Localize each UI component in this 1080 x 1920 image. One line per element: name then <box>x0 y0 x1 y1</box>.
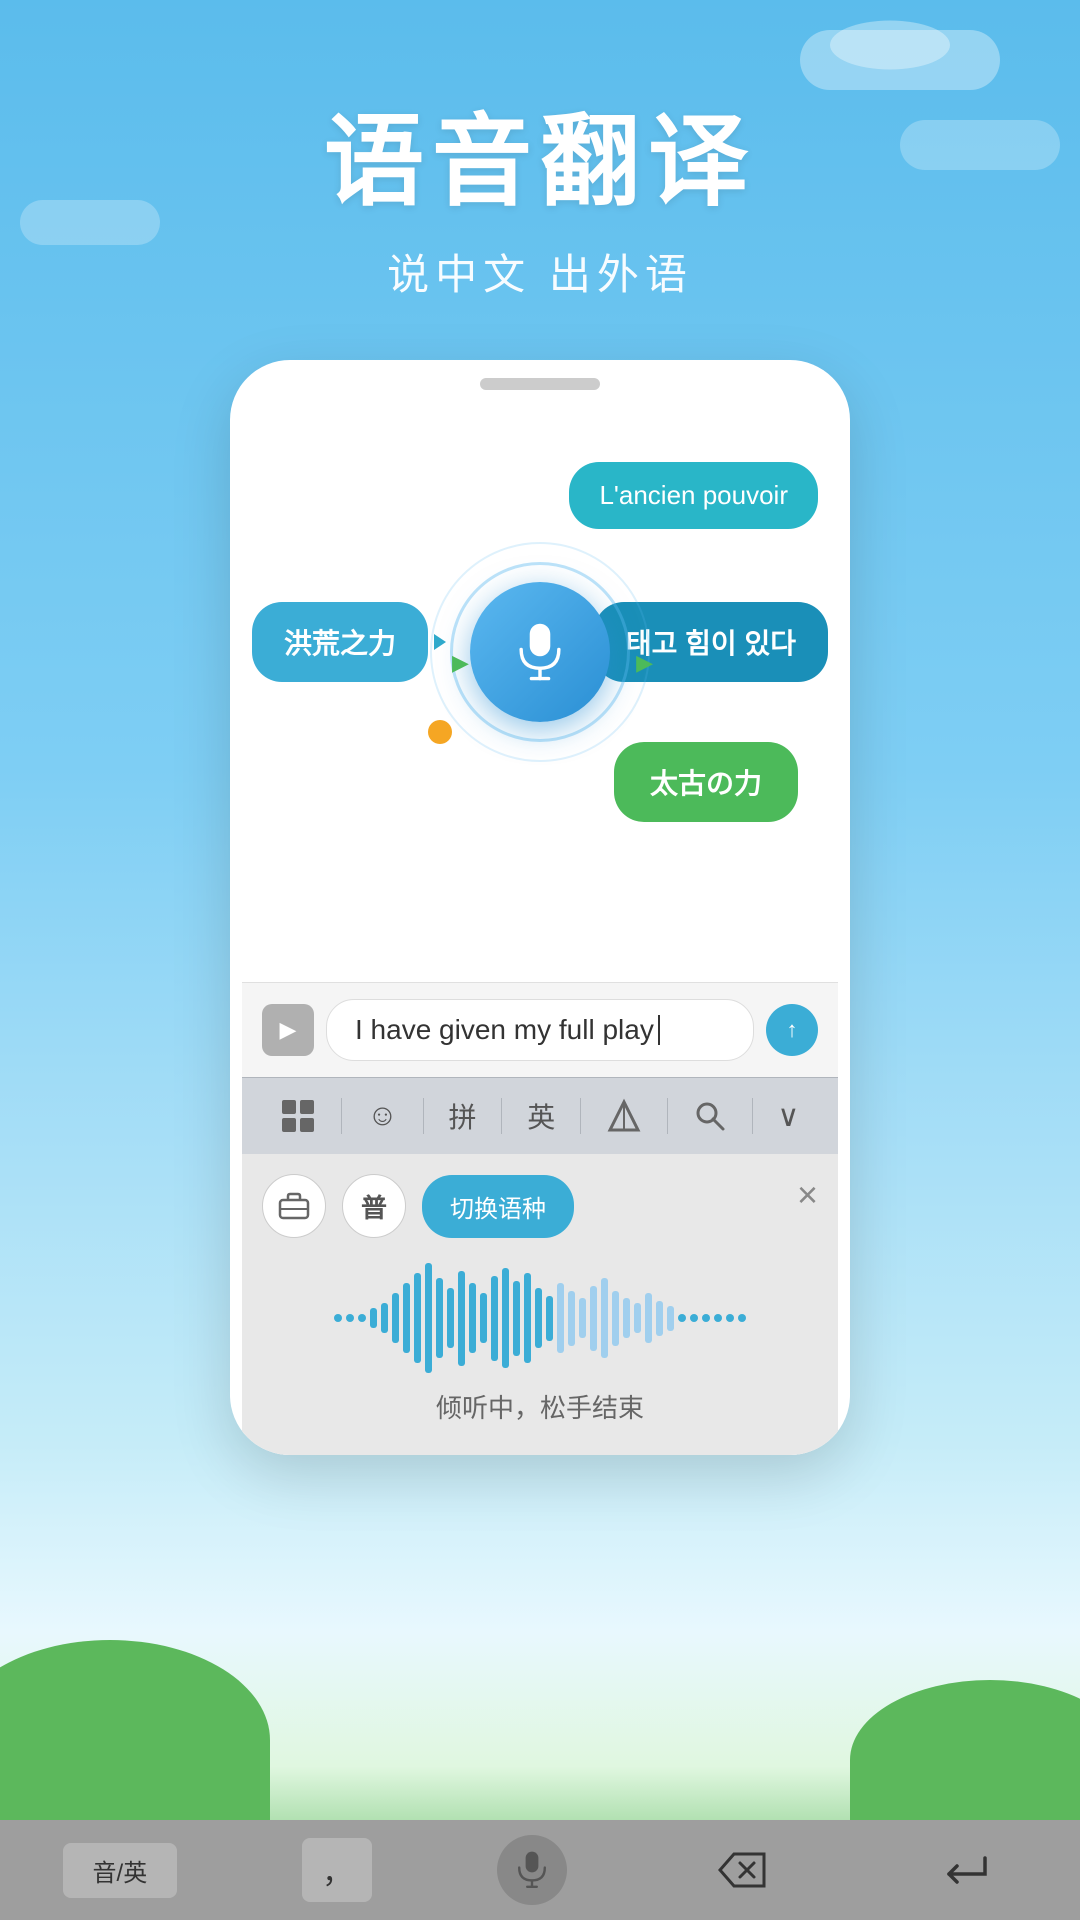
bottom-mic-icon <box>512 1850 552 1890</box>
wave-bar <box>403 1283 410 1353</box>
collapse-button[interactable]: ∨ <box>765 1095 811 1138</box>
mic-button[interactable] <box>470 582 610 722</box>
delete-button[interactable] <box>692 1840 792 1900</box>
bubble-japanese: 太古の力 <box>614 742 798 822</box>
wave-bar <box>480 1293 487 1343</box>
wave-dot <box>678 1314 686 1322</box>
divider-1 <box>341 1098 342 1134</box>
grid-icon <box>280 1098 316 1134</box>
wave-bar <box>502 1268 509 1368</box>
language-switch-button[interactable]: 切换语种 <box>422 1175 574 1238</box>
phone-screen: L'ancien pouvoir 洪荒之力 ▶ <box>242 402 838 1455</box>
arrow-left-icon: ▶ <box>452 650 469 676</box>
wave-bar <box>381 1303 388 1333</box>
wave-bar <box>557 1283 564 1353</box>
wave-dot <box>726 1314 734 1322</box>
phone-notch <box>480 378 600 390</box>
wave-bar <box>469 1283 476 1353</box>
divider-6 <box>752 1098 753 1134</box>
wave-bar <box>425 1263 432 1373</box>
header: 语音翻译 说中文 出外语 <box>0 80 1080 302</box>
pinyin-button[interactable]: 拼 <box>437 1092 489 1140</box>
input-area: ▶ I have given my full play ↑ <box>242 982 838 1077</box>
wave-dot <box>738 1314 746 1322</box>
wave-bar <box>579 1298 586 1338</box>
emoji-button[interactable]: ☺ <box>355 1095 410 1137</box>
phone-body: L'ancien pouvoir 洪荒之力 ▶ <box>230 360 850 1455</box>
expand-button[interactable]: ▶ <box>262 1004 314 1056</box>
wave-bar <box>513 1281 520 1356</box>
handwrite-button[interactable] <box>594 1094 654 1138</box>
english-button[interactable]: 英 <box>515 1092 567 1140</box>
keyboard-toolbar: ☺ 拼 英 <box>242 1077 838 1154</box>
handwrite-icon <box>606 1098 642 1134</box>
wave-bar <box>436 1278 443 1358</box>
wave-dot <box>358 1314 366 1322</box>
wave-dot <box>714 1314 722 1322</box>
app-subtitle: 说中文 出外语 <box>0 241 1080 302</box>
voice-mode-standard[interactable]: 普 <box>342 1174 406 1238</box>
wave-bar <box>491 1276 498 1361</box>
wave-bar <box>568 1291 575 1346</box>
bottom-mic-button[interactable] <box>497 1835 567 1905</box>
wave-bar <box>370 1308 377 1328</box>
wave-bar <box>546 1296 553 1341</box>
wave-dot <box>346 1314 354 1322</box>
wave-bar <box>634 1303 641 1333</box>
wave-bar <box>601 1278 608 1358</box>
app-title: 语音翻译 <box>0 80 1080 225</box>
orange-indicator <box>428 720 452 744</box>
briefcase-icon <box>278 1190 310 1222</box>
wave-bar <box>612 1291 619 1346</box>
send-button[interactable]: ↑ <box>766 1004 818 1056</box>
wave-bar <box>447 1288 454 1348</box>
wave-dot <box>702 1314 710 1322</box>
wave-bar <box>392 1293 399 1343</box>
bubble-chinese: 洪荒之力 <box>252 602 428 682</box>
voice-mode-briefcase[interactable] <box>262 1174 326 1238</box>
delete-icon <box>716 1850 768 1890</box>
microphone-icon <box>510 622 570 682</box>
arrow-right-icon: ▶ <box>636 650 653 676</box>
wave-bar <box>590 1286 597 1351</box>
wave-bar <box>458 1271 465 1366</box>
cloud-1b <box>830 21 950 70</box>
search-button[interactable] <box>681 1095 739 1137</box>
send-icon: ↑ <box>787 1017 798 1043</box>
bottom-bar: 音/英 ， <box>0 1820 1080 1920</box>
wave-bar <box>645 1293 652 1343</box>
phone-mockup: L'ancien pouvoir 洪荒之力 ▶ <box>230 360 850 1455</box>
enter-button[interactable] <box>917 1840 1017 1900</box>
voice-panel: 普 切换语种 × 倾听中，松手结束 <box>242 1154 838 1455</box>
wave-bar <box>535 1288 542 1348</box>
comma-button[interactable]: ， <box>302 1838 372 1902</box>
input-cursor <box>658 1015 660 1045</box>
divider-5 <box>667 1098 668 1134</box>
enter-icon <box>941 1850 993 1890</box>
voice-hint: 倾听中，松手结束 <box>262 1388 818 1435</box>
search-icon <box>693 1099 727 1133</box>
chat-area: L'ancien pouvoir 洪荒之力 ▶ <box>242 402 838 982</box>
divider-4 <box>580 1098 581 1134</box>
wave-bar <box>524 1273 531 1363</box>
text-input-field[interactable]: I have given my full play <box>326 999 754 1061</box>
voice-close-button[interactable]: × <box>797 1174 818 1216</box>
bubble-french: L'ancien pouvoir <box>569 462 818 529</box>
waveform <box>262 1258 818 1378</box>
input-text: I have given my full play <box>355 1014 654 1046</box>
language-toggle-button[interactable]: 音/英 <box>63 1843 178 1898</box>
wave-dot <box>690 1314 698 1322</box>
wave-bar <box>414 1273 421 1363</box>
divider-3 <box>501 1098 502 1134</box>
grid-button[interactable] <box>268 1094 328 1138</box>
wave-bar <box>623 1298 630 1338</box>
wave-dot <box>334 1314 342 1322</box>
wave-bar <box>656 1301 663 1336</box>
voice-panel-header: 普 切换语种 <box>262 1174 818 1238</box>
wave-bar <box>667 1306 674 1331</box>
divider-2 <box>423 1098 424 1134</box>
